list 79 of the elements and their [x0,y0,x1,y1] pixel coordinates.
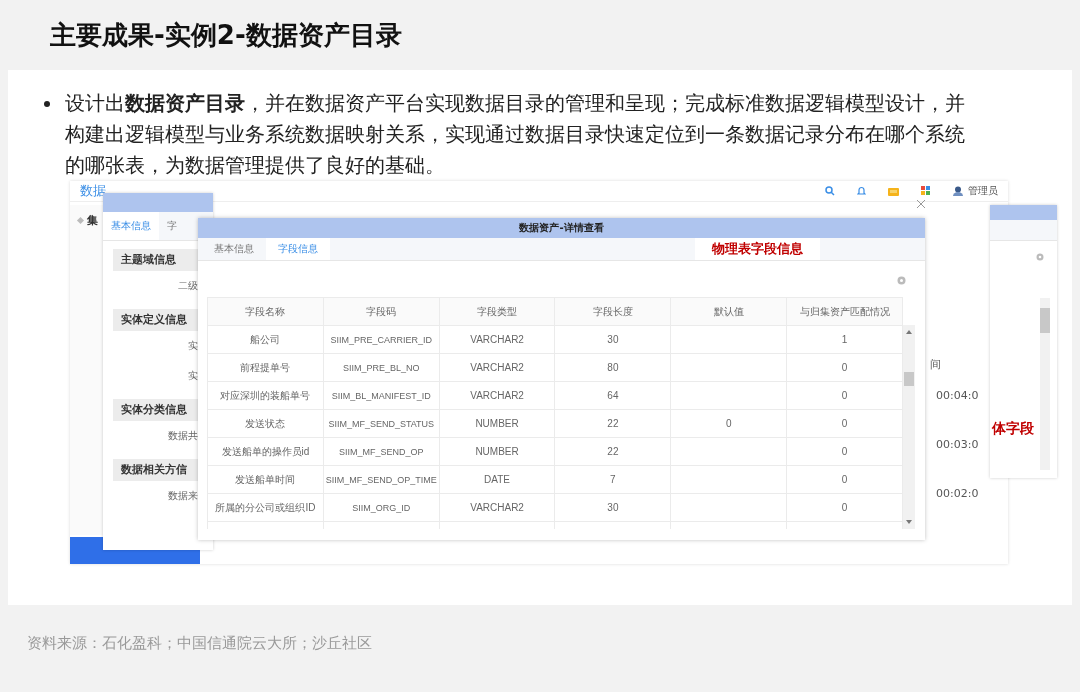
section-header: 实体分类信息 [113,399,198,421]
table-cell: 30 [555,493,671,522]
table-cell: SIIM_ORG_ID [323,493,440,522]
settings-icon[interactable] [897,276,906,285]
table-cell: 80 [555,353,671,382]
table-cell: 7 [555,465,671,494]
table-cell: 发送船单的操作员id [207,437,324,466]
table-cell: 00:02:0 [936,487,979,500]
field-label: 实 [188,369,198,383]
table-cell: SIIM_MF_SEND_STATUS [323,409,440,438]
close-icon[interactable] [917,200,925,208]
sidebar-item[interactable]: 集 [78,213,100,228]
table-cell: 0 [786,353,903,382]
table-cell: 22 [555,437,671,466]
table-cell: NUMBER [439,409,555,438]
tab[interactable]: 字 [159,212,185,240]
column-header: 与归集资产匹配情况 [786,297,903,326]
table-cell: 船公司 [207,325,324,354]
table-cell: 发送状态 [207,409,324,438]
annotation-label: 物理表字段信息 [695,238,820,260]
table-cell: SIIM_MF_SEND_OP_TIME [323,465,440,494]
column-header: 默认值 [670,297,787,326]
table-cell: 0 [786,493,903,522]
section-header: 实体定义信息 [113,309,198,331]
settings-icon[interactable] [1036,253,1044,261]
table-cell: SIIM_MF_SEND_OP [323,437,440,466]
bell-icon[interactable] [857,186,866,196]
source-note: 资料来源：石化盈科；中国信通院云大所；沙丘社区 [27,634,372,652]
table-cell: SIIM_PRE_CARRIER_ID [323,325,440,354]
table-cell: DATE [439,465,555,494]
field-label: 实 [188,339,198,353]
bullet-icon [44,101,50,107]
table-cell: 0 [786,465,903,494]
table-cell: 1 [786,325,903,354]
slide-title: 主要成果-实例2-数据资产目录 [50,18,402,52]
table-cell: 对应深圳的装船单号 [207,381,324,410]
column-header: 字段名称 [207,297,324,326]
table-cell: VARCHAR2 [439,381,555,410]
table-cell: 发送船单时间 [207,465,324,494]
folder-icon[interactable] [888,186,899,196]
user-name[interactable]: 管理员 [968,184,998,198]
field-label: 二级 [178,279,198,293]
table-cell: 0 [670,409,787,438]
section-header: 数据相关方信 [113,459,198,481]
table-cell: 0 [786,409,903,438]
table-cell: 22 [555,409,671,438]
title-bar [990,205,1057,220]
table-cell: NUMBER [439,437,555,466]
tab[interactable]: 基本信息 [103,212,159,240]
table-cell: 64 [555,381,671,410]
user-avatar-icon[interactable] [953,186,963,196]
window-title: 数据资产-详情查看 [198,218,925,238]
table-cell: 0 [786,437,903,466]
column-header: 字段码 [323,297,440,326]
scrollbar[interactable] [903,325,915,529]
table-cell: SIIM_BL_MANIFEST_ID [323,381,440,410]
table-cell: VARCHAR2 [439,493,555,522]
search-icon[interactable] [825,186,835,196]
table-cell: VARCHAR2 [439,353,555,382]
bullet-paragraph: 设计出数据资产目录，并在数据资产平台实现数据目录的管理和呈现；完成标准数据逻辑模型设计，并构建出逻辑模型与业务系统数据映射关系，实现通过数据目录快速定位到一条数据记录分布在哪个系统的哪张表，为数据管理提供了良好的基础。 [65,90,966,179]
field-label: 数据共 [168,429,198,443]
table-cell: 00:03:0 [936,438,979,451]
column-header: 字段类型 [439,297,555,326]
tab[interactable]: 字段信息 [266,238,330,260]
app-grid-icon[interactable] [921,186,931,196]
field-label: 数据来 [168,489,198,503]
scrollbar[interactable] [1040,298,1050,470]
table-cell: 所属的分公司或组织ID [207,493,324,522]
section-header: 主题域信息 [113,249,198,271]
tab[interactable]: 基本信息 [202,238,266,260]
column-header: 间 [930,357,941,372]
table-cell: 前程提单号 [207,353,324,382]
table-cell: 0 [786,381,903,410]
annotation-label: 体字段 [990,420,1036,438]
table-cell: VARCHAR2 [439,325,555,354]
table-cell: 00:04:0 [936,389,979,402]
table-cell: SIIM_PRE_BL_NO [323,353,440,382]
table-cell: 30 [555,325,671,354]
column-header: 字段长度 [555,297,671,326]
